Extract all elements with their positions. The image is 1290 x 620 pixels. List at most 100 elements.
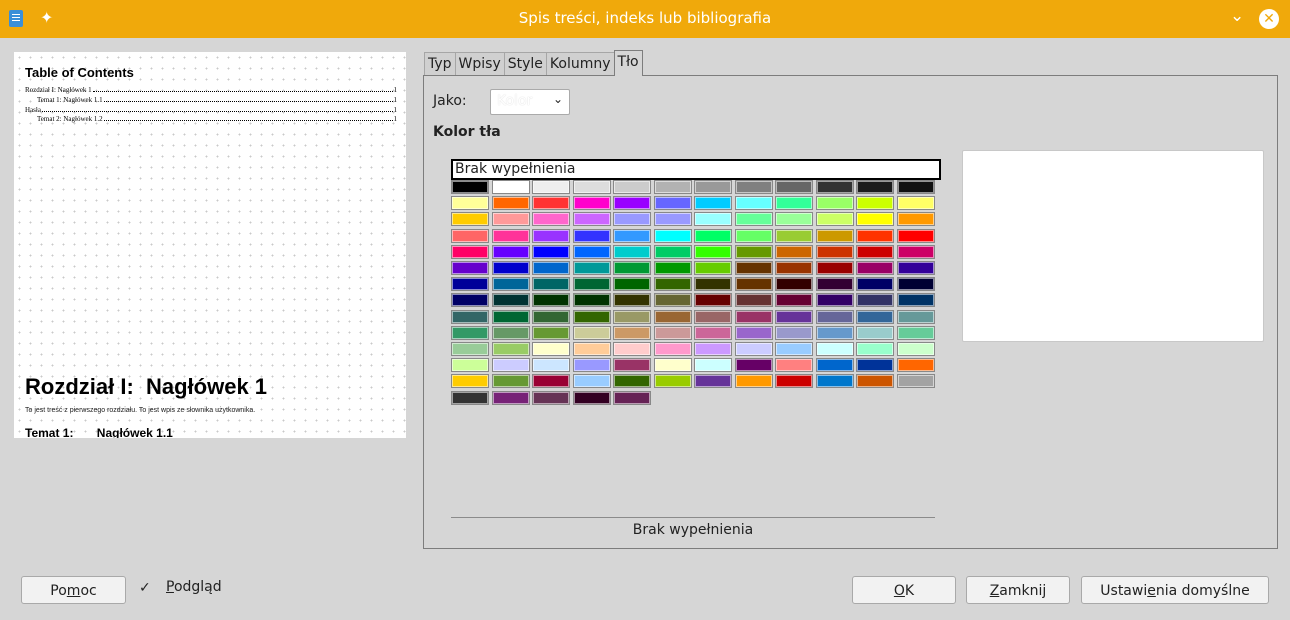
color-swatch[interactable] [896, 244, 935, 259]
color-swatch[interactable] [856, 261, 894, 275]
color-swatch[interactable] [572, 228, 611, 243]
color-swatch[interactable] [613, 309, 651, 324]
color-swatch[interactable] [451, 342, 489, 356]
color-swatch[interactable] [775, 212, 813, 227]
color-swatch[interactable] [532, 358, 570, 373]
tab-type[interactable]: Typ [424, 52, 456, 76]
color-swatch[interactable] [734, 196, 773, 211]
color-swatch[interactable] [572, 212, 611, 227]
color-swatch[interactable] [613, 212, 651, 227]
color-swatch[interactable] [491, 325, 530, 340]
color-swatch[interactable] [856, 196, 894, 211]
color-swatch[interactable] [613, 293, 651, 308]
color-swatch[interactable] [653, 244, 692, 259]
color-swatch[interactable] [856, 374, 894, 389]
color-swatch[interactable] [734, 244, 773, 259]
color-swatch[interactable] [613, 325, 651, 340]
color-swatch[interactable] [653, 196, 692, 211]
ok-button[interactable]: OK [852, 576, 956, 604]
color-swatch[interactable] [451, 374, 489, 389]
color-swatch[interactable] [451, 212, 489, 227]
color-swatch[interactable] [775, 342, 813, 356]
close-icon[interactable]: ✕ [1259, 9, 1279, 29]
color-swatch[interactable] [613, 261, 651, 275]
color-swatch[interactable] [896, 374, 935, 389]
color-swatch[interactable] [734, 277, 773, 292]
color-swatch[interactable] [896, 212, 935, 227]
color-swatch[interactable] [532, 212, 570, 227]
color-swatch[interactable] [775, 244, 813, 259]
color-swatch[interactable] [451, 228, 489, 243]
color-swatch[interactable] [815, 244, 854, 259]
color-swatch[interactable] [694, 358, 732, 373]
color-swatch[interactable] [694, 212, 732, 227]
color-swatch[interactable] [532, 342, 570, 356]
color-swatch[interactable] [491, 196, 530, 211]
color-swatch[interactable] [572, 293, 611, 308]
color-swatch[interactable] [815, 180, 854, 194]
color-swatch[interactable] [856, 212, 894, 227]
color-swatch[interactable] [856, 180, 894, 194]
color-swatch[interactable] [532, 196, 570, 211]
no-fill-option[interactable]: Brak wypełnienia [451, 159, 941, 180]
color-swatch[interactable] [896, 358, 935, 373]
color-swatch[interactable] [856, 244, 894, 259]
color-swatch[interactable] [613, 244, 651, 259]
color-swatch[interactable] [491, 309, 530, 324]
color-swatch[interactable] [451, 309, 489, 324]
color-swatch[interactable] [856, 228, 894, 243]
color-swatch[interactable] [532, 228, 570, 243]
color-swatch[interactable] [572, 390, 611, 405]
color-swatch[interactable] [815, 212, 854, 227]
color-swatch[interactable] [694, 180, 732, 194]
color-swatch[interactable] [815, 293, 854, 308]
preview-checkbox[interactable]: ✓ [139, 580, 151, 596]
color-swatch[interactable] [532, 390, 570, 405]
color-swatch[interactable] [775, 277, 813, 292]
color-swatch[interactable] [491, 261, 530, 275]
help-button[interactable]: Pomoc [21, 576, 126, 604]
color-swatch[interactable] [694, 244, 732, 259]
color-swatch[interactable] [856, 277, 894, 292]
color-swatch[interactable] [572, 374, 611, 389]
color-swatch[interactable] [572, 180, 611, 194]
color-swatch[interactable] [896, 309, 935, 324]
color-swatch[interactable] [694, 374, 732, 389]
color-swatch[interactable] [694, 228, 732, 243]
color-swatch[interactable] [653, 293, 692, 308]
color-swatch[interactable] [815, 228, 854, 243]
color-swatch[interactable] [613, 228, 651, 243]
color-swatch[interactable] [532, 261, 570, 275]
color-swatch[interactable] [896, 196, 935, 211]
color-swatch[interactable] [491, 277, 530, 292]
color-swatch[interactable] [491, 293, 530, 308]
color-swatch[interactable] [694, 196, 732, 211]
color-swatch[interactable] [896, 180, 935, 194]
color-swatch[interactable] [775, 374, 813, 389]
color-swatch[interactable] [694, 325, 732, 340]
color-swatch[interactable] [572, 196, 611, 211]
color-swatch[interactable] [856, 293, 894, 308]
color-swatch[interactable] [734, 374, 773, 389]
as-dropdown[interactable]: Kolor ⌄ [490, 89, 570, 115]
color-swatch[interactable] [491, 212, 530, 227]
color-swatch[interactable] [856, 358, 894, 373]
color-swatch[interactable] [896, 342, 935, 356]
color-swatch[interactable] [734, 212, 773, 227]
tab-columns[interactable]: Kolumny [545, 52, 615, 76]
color-swatch[interactable] [572, 358, 611, 373]
color-swatch[interactable] [491, 244, 530, 259]
color-swatch[interactable] [613, 342, 651, 356]
preview-checkbox-label[interactable]: Podgląd [166, 579, 222, 595]
color-swatch[interactable] [491, 342, 530, 356]
color-swatch[interactable] [856, 325, 894, 340]
color-swatch[interactable] [734, 325, 773, 340]
color-swatch[interactable] [815, 358, 854, 373]
color-swatch[interactable] [734, 309, 773, 324]
color-swatch[interactable] [613, 390, 651, 405]
color-swatch[interactable] [734, 342, 773, 356]
color-swatch[interactable] [653, 309, 692, 324]
color-swatch[interactable] [775, 228, 813, 243]
color-swatch[interactable] [775, 196, 813, 211]
tab-styles[interactable]: Style [503, 52, 547, 76]
